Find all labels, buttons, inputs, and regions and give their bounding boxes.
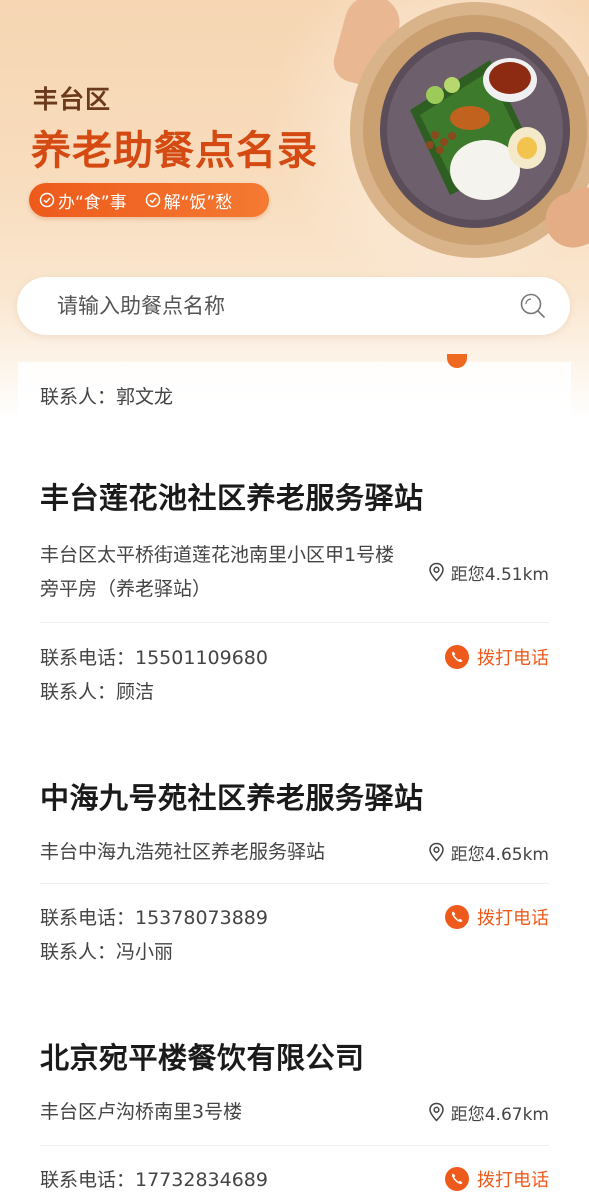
call-button-label: 拨打电话 (477, 647, 549, 669)
station-address: 丰台区卢沟桥南里3号楼 (40, 1101, 243, 1123)
distance-text: 距您4.65km (450, 844, 549, 865)
distance-text: 距您4.51km (450, 564, 549, 585)
phone-number: 联系电话：15501109680 (40, 647, 268, 669)
search-bar (17, 277, 570, 335)
location-pin-icon (428, 842, 444, 862)
slogan-item: 解“饭”愁 (145, 188, 233, 213)
address-row: 丰台区太平桥街道莲花池南里小区甲1号楼旁平房（养老驿站） 距您4.51km (40, 538, 549, 606)
phone-row: 联系电话：15501109680 拨打电话 (40, 643, 549, 670)
call-button[interactable]: 拨打电话 (445, 644, 549, 670)
search-input[interactable] (57, 294, 518, 318)
divider (40, 1145, 549, 1146)
check-circle-icon (145, 192, 160, 208)
list-item[interactable]: 中海九号苑社区养老服务驿站 丰台中海九浩苑社区养老服务驿站 距您4.65km 联… (40, 775, 549, 975)
check-circle-icon (39, 192, 55, 208)
station-address: 丰台区太平桥街道莲花池南里小区甲1号楼旁平房（养老驿站） (40, 544, 395, 600)
divider (40, 622, 549, 623)
contact-person: 联系人：郭文龙 (40, 386, 174, 408)
phone-number: 联系电话：17732834689 (40, 1169, 268, 1191)
food-bowl-illustration (329, 0, 589, 280)
location-pin-icon (428, 1102, 444, 1122)
distance: 距您4.51km (428, 560, 549, 585)
slogan-item: 办“食”事 (39, 188, 127, 213)
station-name: 中海九号苑社区养老服务驿站 (40, 781, 424, 815)
header-banner: 丰台区 养老助餐点名录 办“食”事 解“饭”愁 (0, 0, 589, 420)
list-item-partial: 联系人：郭文龙 (18, 354, 571, 420)
distance-text: 距您4.67km (450, 1104, 549, 1125)
phone-row: 联系电话：15378073889 拨打电话 (40, 903, 549, 930)
phone-icon[interactable] (447, 354, 467, 368)
phone-number: 联系电话：15378073889 (40, 907, 268, 929)
contact-person: 联系人：冯小丽 (40, 941, 174, 963)
slogan-badge: 办“食”事 解“饭”愁 (29, 183, 269, 217)
phone-icon (445, 904, 469, 929)
station-name: 丰台莲花池社区养老服务驿站 (40, 481, 424, 515)
list-item[interactable]: 北京宛平楼餐饮有限公司 丰台区卢沟桥南里3号楼 距您4.67km 联系电话：17… (40, 1035, 549, 1200)
district-label: 丰台区 (33, 85, 112, 114)
divider (40, 883, 549, 884)
call-button-label: 拨打电话 (477, 1169, 549, 1191)
page-title: 养老助餐点名录 (31, 128, 318, 174)
call-button[interactable]: 拨打电话 (445, 904, 549, 930)
slogan-text: 办“食”事 (58, 192, 127, 213)
station-name: 北京宛平楼餐饮有限公司 (40, 1041, 365, 1075)
location-pin-icon (428, 562, 444, 582)
distance: 距您4.67km (428, 1100, 549, 1125)
call-button-label: 拨打电话 (477, 907, 549, 929)
distance: 距您4.65km (428, 840, 549, 865)
address-row: 丰台区卢沟桥南里3号楼 距您4.67km (40, 1095, 549, 1129)
slogan-text: 解“饭”愁 (163, 192, 233, 213)
phone-row: 联系电话：17732834689 拨打电话 (40, 1165, 549, 1192)
station-address: 丰台中海九浩苑社区养老服务驿站 (40, 841, 326, 863)
address-row: 丰台中海九浩苑社区养老服务驿站 距您4.65km (40, 835, 549, 869)
call-button[interactable]: 拨打电话 (445, 1166, 549, 1192)
list-item[interactable]: 丰台莲花池社区养老服务驿站 丰台区太平桥街道莲花池南里小区甲1号楼旁平房（养老驿… (40, 475, 549, 705)
phone-icon (445, 1166, 469, 1191)
phone-icon (445, 644, 469, 669)
contact-person: 联系人：顾洁 (40, 681, 155, 703)
search-icon[interactable] (518, 291, 548, 321)
